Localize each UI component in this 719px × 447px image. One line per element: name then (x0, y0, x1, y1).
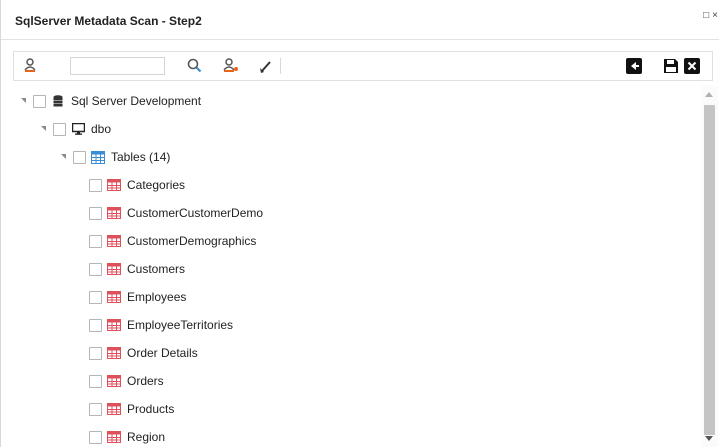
close-icon[interactable] (684, 58, 700, 74)
checkbox[interactable] (89, 262, 102, 276)
checkbox[interactable] (73, 150, 86, 164)
table-item[interactable]: CustomerDemographics (89, 229, 256, 253)
tree-node-root[interactable]: Sql Server Development (19, 89, 201, 113)
back-icon[interactable] (626, 58, 642, 74)
table-icon (107, 402, 121, 416)
search-person-icon[interactable] (23, 57, 41, 75)
tree-node-label: dbo (91, 122, 112, 136)
table-item[interactable]: Categories (89, 173, 185, 197)
table-label: Employees (127, 290, 187, 304)
scrollbar-thumb[interactable] (704, 105, 715, 435)
table-label: Order Details (127, 346, 198, 360)
table-item[interactable]: Region (89, 425, 165, 447)
tree-node-label: Tables (14) (111, 150, 171, 164)
table-label: Orders (127, 374, 164, 388)
expand-arrow-icon[interactable] (59, 152, 69, 162)
tree-node-schema[interactable]: dbo (39, 117, 111, 141)
title-bar: SqlServer Metadata Scan - Step2 □ × (1, 0, 719, 40)
tree-node-label: Sql Server Development (71, 94, 202, 108)
close-window-icon[interactable]: × (712, 10, 718, 21)
checkbox[interactable] (89, 234, 102, 248)
dialog-title: SqlServer Metadata Scan - Step2 (15, 14, 202, 28)
checkbox[interactable] (89, 374, 102, 388)
search-input[interactable] (70, 57, 165, 75)
checkbox[interactable] (89, 178, 102, 192)
table-label: CustomerDemographics (127, 234, 257, 248)
search-icon[interactable] (186, 57, 204, 75)
checkbox[interactable] (53, 122, 66, 136)
table-icon (107, 262, 121, 276)
toolbar (13, 51, 713, 81)
checkbox[interactable] (89, 346, 102, 360)
checkbox[interactable] (89, 318, 102, 332)
maximize-icon[interactable]: □ (703, 10, 709, 21)
tables-grid-icon (91, 150, 105, 164)
user-search-icon[interactable] (222, 57, 240, 75)
checkbox[interactable] (89, 402, 102, 416)
table-icon (107, 374, 121, 388)
save-icon[interactable] (663, 58, 679, 74)
table-item[interactable]: Customers (89, 257, 185, 281)
vertical-scrollbar[interactable] (701, 86, 718, 447)
table-icon (107, 234, 121, 248)
table-item[interactable]: CustomerCustomerDemo (89, 201, 263, 225)
window-controls: □ × (700, 10, 718, 21)
expand-arrow-icon[interactable] (19, 96, 29, 106)
table-icon (107, 430, 121, 444)
monitor-icon (71, 122, 85, 136)
expand-arrow-icon[interactable] (39, 124, 49, 134)
table-label: Customers (127, 262, 186, 276)
clear-brush-icon[interactable] (257, 57, 275, 75)
table-label: Categories (127, 178, 186, 192)
table-icon (107, 290, 121, 304)
table-item[interactable]: Order Details (89, 341, 198, 365)
table-item[interactable]: Employees (89, 285, 186, 309)
metadata-tree: Sql Server Development dbo Tables (14) C… (13, 86, 703, 447)
tree-node-tables[interactable]: Tables (14) (59, 145, 170, 169)
metadata-scan-dialog: SqlServer Metadata Scan - Step2 □ × Sql … (0, 0, 719, 447)
toolbar-separator (280, 58, 281, 74)
scroll-down-arrow-icon[interactable] (705, 436, 713, 441)
table-label: CustomerCustomerDemo (127, 206, 264, 220)
table-item[interactable]: Orders (89, 369, 164, 393)
table-item[interactable]: Products (89, 397, 174, 421)
table-label: Region (127, 430, 166, 444)
checkbox[interactable] (33, 94, 46, 108)
scroll-up-arrow-icon[interactable] (705, 92, 713, 97)
table-icon (107, 206, 121, 220)
checkbox[interactable] (89, 206, 102, 220)
table-label: Products (127, 402, 175, 416)
table-item[interactable]: EmployeeTerritories (89, 313, 233, 337)
database-icon (51, 94, 65, 108)
table-icon (107, 318, 121, 332)
table-icon (107, 346, 121, 360)
checkbox[interactable] (89, 290, 102, 304)
table-icon (107, 178, 121, 192)
table-label: EmployeeTerritories (127, 318, 234, 332)
checkbox[interactable] (89, 430, 102, 444)
